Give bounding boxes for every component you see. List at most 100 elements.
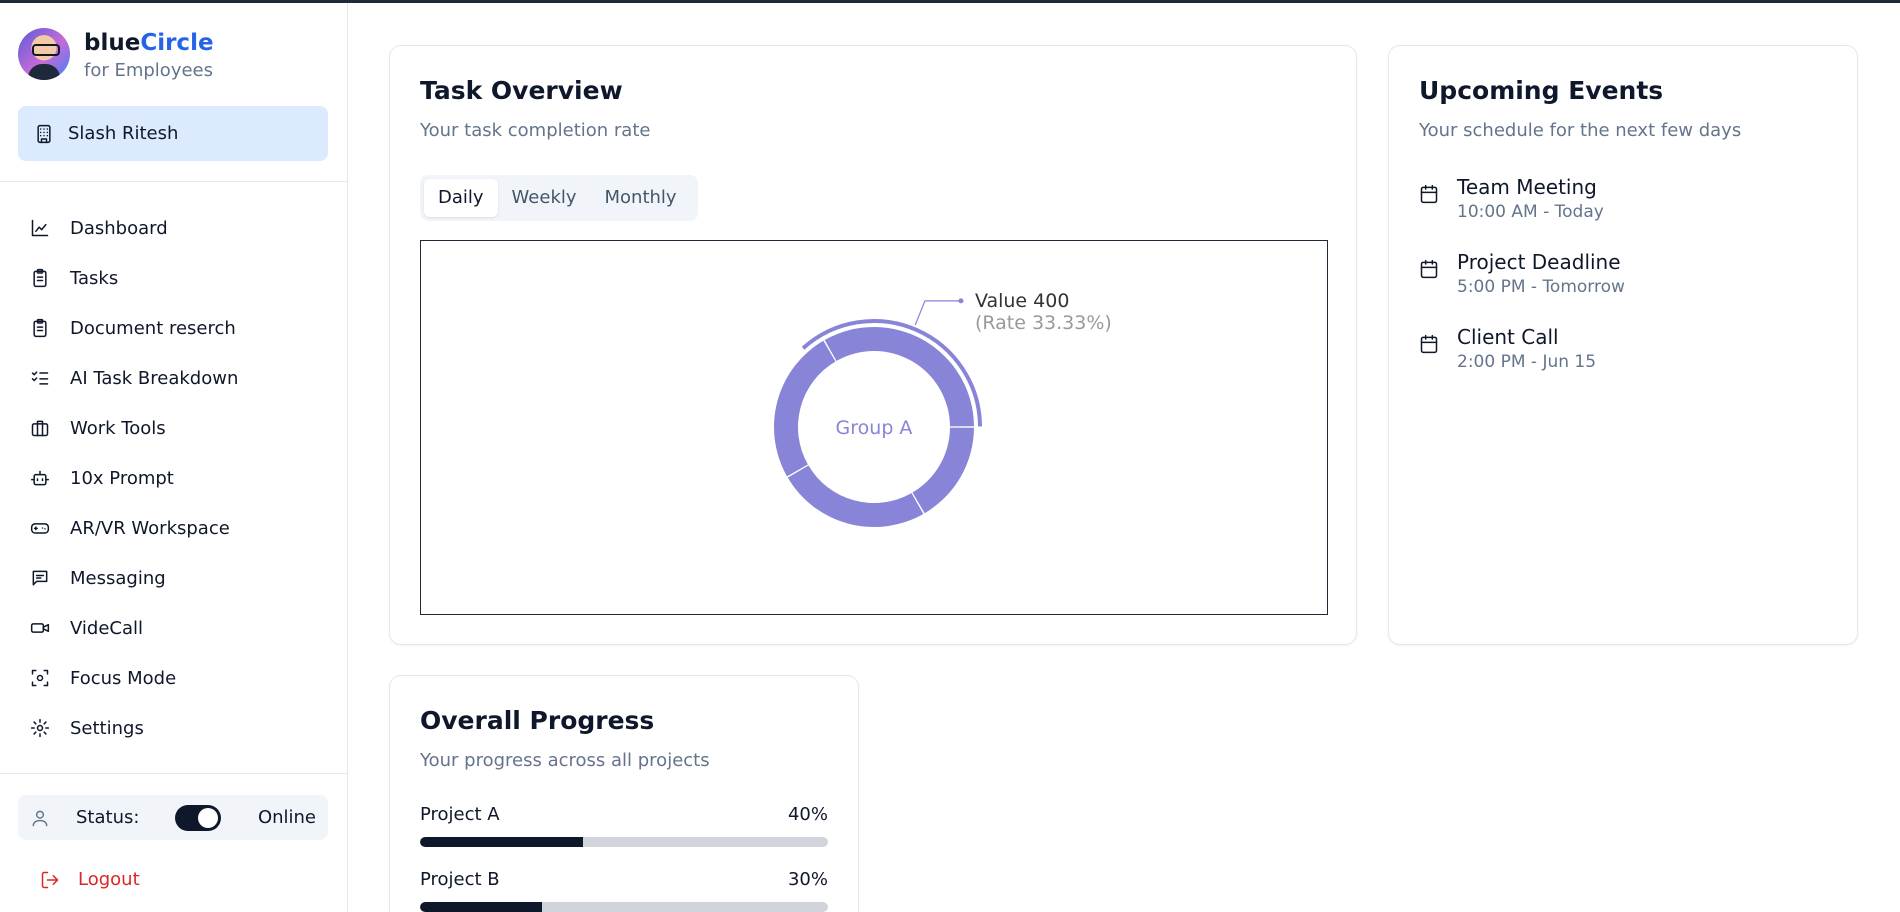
- event-time: 5:00 PM - Tomorrow: [1457, 277, 1625, 297]
- task-chart: Value 400 (Rate 33.33%) Group A: [420, 240, 1328, 615]
- pie-slice-1[interactable]: [774, 340, 836, 477]
- progress-bar: [420, 902, 828, 912]
- progress-bar: [420, 837, 828, 847]
- task-overview-title: Task Overview: [420, 76, 623, 105]
- event-item[interactable]: Client Call 2:00 PM - Jun 15: [1419, 324, 1596, 374]
- divider: [0, 773, 348, 774]
- pie-slice-0[interactable]: [824, 327, 974, 427]
- event-time: 2:00 PM - Jun 15: [1457, 352, 1597, 372]
- building-icon: [37, 124, 51, 143]
- org-name: Slash Ritesh: [68, 123, 179, 144]
- nav-label: 10x Prompt: [70, 467, 174, 489]
- main-nav: Dashboard Tasks Document reserch AI Task…: [30, 203, 330, 753]
- pie-slice-3[interactable]: [912, 427, 974, 514]
- tooltip-dot: [958, 298, 964, 304]
- toggle-knob: [198, 807, 219, 828]
- nav-item-settings[interactable]: Settings: [30, 703, 330, 753]
- nav-item-work-tools[interactable]: Work Tools: [30, 403, 330, 453]
- project-progress: Project B 30%: [420, 869, 828, 912]
- video-icon: [30, 623, 50, 633]
- org-switcher[interactable]: Slash Ritesh: [18, 106, 328, 161]
- pie-slice-2[interactable]: [787, 465, 924, 527]
- clipboard-icon: [33, 318, 47, 338]
- event-item[interactable]: Project Deadline 5:00 PM - Tomorrow: [1419, 249, 1625, 299]
- nav-item-10x-prompt[interactable]: 10x Prompt: [30, 453, 330, 503]
- nav-label: Document reserch: [70, 317, 236, 339]
- project-name: Project B: [420, 869, 500, 890]
- progress-title: Overall Progress: [420, 706, 655, 735]
- nav-label: VideCall: [70, 617, 144, 639]
- progress-fill: [420, 837, 584, 847]
- scan-icon: [31, 669, 49, 687]
- project-progress: Project A 40%: [420, 804, 828, 847]
- calendar-icon: [1420, 184, 1438, 204]
- project-percent: 40%: [787, 804, 828, 825]
- sidebar: blueCircle for Employees Slash Ritesh Da…: [0, 3, 348, 912]
- tab-monthly[interactable]: Monthly: [591, 179, 691, 217]
- nav-item-ai-task-breakdown[interactable]: AI Task Breakdown: [30, 353, 330, 403]
- tab-weekly[interactable]: Weekly: [498, 179, 591, 217]
- tooltip-rate: (Rate 33.33%): [975, 312, 1112, 334]
- tooltip-leader-line: [914, 300, 961, 326]
- nav-item-focus-mode[interactable]: Focus Mode: [30, 653, 330, 703]
- nav-label: AI Task Breakdown: [70, 367, 239, 389]
- status-value: Online: [257, 807, 316, 828]
- nav-item-tasks[interactable]: Tasks: [30, 253, 330, 303]
- events-title: Upcoming Events: [1419, 76, 1664, 105]
- nav-item-videcall[interactable]: VideCall: [30, 603, 330, 653]
- events-subtitle: Your schedule for the next few days: [1419, 120, 1742, 141]
- divider: [0, 181, 348, 182]
- progress-subtitle: Your progress across all projects: [420, 750, 710, 771]
- brand-name-accent: Circle: [140, 30, 214, 56]
- nav-item-messaging[interactable]: Messaging: [30, 553, 330, 603]
- event-item[interactable]: Team Meeting 10:00 AM - Today: [1419, 174, 1604, 224]
- event-title: Team Meeting: [1457, 175, 1597, 199]
- brand-name: blueCircle: [84, 28, 214, 58]
- overall-progress-card: Overall Progress Your progress across al…: [389, 675, 859, 912]
- task-overview-card: Task Overview Your task completion rate …: [389, 45, 1357, 645]
- briefcase-icon: [31, 420, 49, 437]
- calendar-icon: [1420, 334, 1438, 354]
- logout-label: Logout: [78, 869, 140, 890]
- gamepad-icon: [30, 523, 50, 534]
- donut-center-label: Group A: [836, 417, 913, 439]
- nav-label: Tasks: [70, 267, 119, 289]
- logout-icon: [41, 871, 59, 888]
- user-icon: [32, 810, 48, 826]
- message-icon: [32, 570, 48, 586]
- logout-button[interactable]: Logout: [40, 869, 140, 890]
- tab-daily[interactable]: Daily: [424, 179, 498, 217]
- status-panel: Status: Online: [18, 795, 328, 840]
- avatar[interactable]: [18, 28, 70, 80]
- nav-item-dashboard[interactable]: Dashboard: [30, 203, 330, 253]
- bot-icon: [30, 470, 50, 486]
- project-name: Project A: [420, 804, 500, 825]
- gear-icon: [30, 718, 50, 738]
- brand: blueCircle for Employees: [18, 28, 214, 84]
- status-label: Status:: [76, 807, 140, 828]
- brand-subtitle: for Employees: [84, 60, 213, 81]
- event-time: 10:00 AM - Today: [1457, 202, 1604, 222]
- nav-label: Messaging: [70, 567, 166, 589]
- nav-label: Dashboard: [70, 217, 168, 239]
- nav-item-ar-vr-workspace[interactable]: AR/VR Workspace: [30, 503, 330, 553]
- progress-fill: [420, 902, 543, 912]
- nav-label: Settings: [70, 717, 144, 739]
- nav-label: AR/VR Workspace: [70, 517, 230, 539]
- upcoming-events-card: Upcoming Events Your schedule for the ne…: [1388, 45, 1858, 645]
- project-percent: 30%: [787, 869, 828, 890]
- nav-label: Focus Mode: [70, 667, 177, 689]
- period-tabs: Daily Weekly Monthly: [420, 175, 698, 221]
- chart-icon: [31, 219, 49, 237]
- nav-label: Work Tools: [70, 417, 166, 439]
- task-overview-subtitle: Your task completion rate: [420, 120, 651, 141]
- donut-chart: Value 400(Rate 33.33%) Group A: [774, 290, 1112, 527]
- nav-item-document-research[interactable]: Document reserch: [30, 303, 330, 353]
- status-toggle[interactable]: [175, 804, 222, 831]
- brand-name-prefix: blue: [84, 30, 141, 56]
- clipboard-icon: [33, 268, 47, 288]
- tooltip-value: Value 400: [975, 290, 1069, 312]
- event-title: Client Call: [1457, 325, 1559, 349]
- calendar-icon: [1420, 259, 1438, 279]
- checklist-icon: [31, 371, 49, 385]
